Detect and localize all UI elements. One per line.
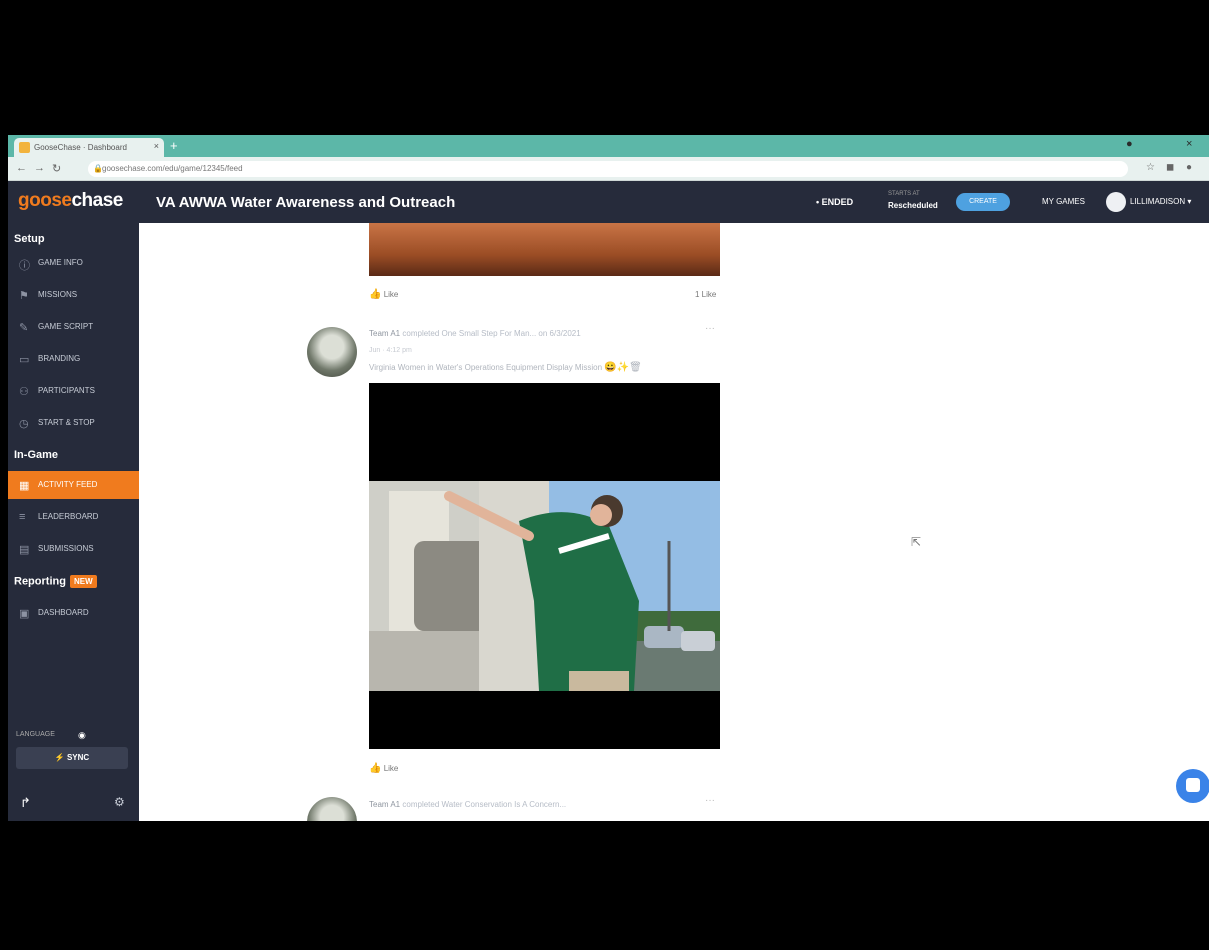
browser-tabbar: GooseChase · Dashboard × + ● × — [8, 135, 1209, 157]
extension-icon[interactable]: ◼ — [1166, 162, 1174, 173]
team-avatar[interactable] — [307, 327, 357, 377]
game-status-badge: • ENDED — [816, 197, 854, 207]
sidebar-item-activity-feed[interactable]: ▦ ACTIVITY FEED — [8, 471, 139, 499]
chat-support-button[interactable] — [1176, 769, 1209, 803]
submissions-icon: ▤ — [19, 544, 30, 556]
sync-button[interactable]: ⚡ SYNC — [16, 747, 128, 769]
sidebar-item-branding[interactable]: ▭ BRANDING — [8, 345, 139, 373]
post-caption: Virginia Women in Water's Operations Equ… — [369, 362, 642, 373]
lock-icon: 🔒 — [93, 164, 103, 173]
browser-window: GooseChase · Dashboard × + ● × ← → ↻ 🔒 g… — [8, 135, 1209, 821]
mouse-cursor-icon: ⇱ — [911, 535, 922, 549]
tab-title: GooseChase · Dashboard — [34, 143, 127, 152]
sidebar-item-participants[interactable]: ⚇ PARTICIPANTS — [8, 377, 139, 405]
video-frame — [369, 481, 720, 691]
leaderboard-icon: ≡ — [19, 511, 26, 523]
schedule-value: Rescheduled — [888, 201, 938, 210]
clock-icon: ◷ — [19, 418, 29, 430]
reload-icon[interactable]: ↻ — [52, 162, 61, 175]
activity-feed: 👍 Like 1 Like Team A1 completed One Smal… — [139, 223, 1209, 821]
browser-tab[interactable]: GooseChase · Dashboard × — [14, 138, 164, 157]
sidebar-item-dashboard[interactable]: ▣ DASHBOARD — [8, 599, 139, 627]
sidebar-item-game-script[interactable]: ✎ GAME SCRIPT — [8, 313, 139, 341]
likes-count[interactable]: 1 Like — [695, 290, 716, 299]
new-tab-button[interactable]: + — [170, 138, 178, 153]
favicon-icon — [19, 142, 30, 153]
user-avatar[interactable] — [1106, 192, 1126, 212]
post-options-icon[interactable]: ··· — [705, 323, 715, 334]
sidebar-item-start-stop[interactable]: ◷ START & STOP — [8, 409, 139, 437]
sidebar-item-submissions[interactable]: ▤ SUBMISSIONS — [8, 535, 139, 563]
minimize-icon[interactable]: ● — [1126, 138, 1133, 150]
new-badge: NEW — [69, 575, 97, 588]
window-close-icon[interactable]: × — [1186, 138, 1192, 150]
schedule-label: STARTS AT — [888, 191, 920, 197]
back-icon[interactable]: ← — [16, 162, 27, 174]
my-games-link[interactable]: MY GAMES — [1042, 197, 1085, 206]
user-menu[interactable]: LILLIMADISON ▾ — [1130, 197, 1191, 206]
sidebar-section-setup: Setup — [14, 233, 45, 245]
profile-icon[interactable]: ● — [1186, 162, 1192, 173]
team-avatar[interactable] — [307, 797, 357, 821]
feed-icon: ▦ — [19, 480, 30, 492]
sidebar-item-game-info[interactable]: ⓘ GAME INFO — [8, 249, 139, 277]
post-image[interactable] — [369, 223, 720, 276]
post-timestamp: Jun · 4:12 pm — [369, 347, 412, 354]
star-icon[interactable]: ☆ — [1146, 162, 1155, 173]
sidebar-section-reporting: Reporting NEW — [14, 575, 97, 588]
post-header: Team A1 completed Water Conservation Is … — [369, 800, 567, 809]
submission-video[interactable] — [369, 383, 720, 749]
globe-icon[interactable]: ◉ — [78, 730, 86, 741]
game-title: VA AWWA Water Awareness and Outreach — [156, 194, 456, 211]
like-button[interactable]: 👍 Like — [369, 763, 398, 774]
app-header: goosechase VA AWWA Water Awareness and O… — [8, 181, 1209, 223]
thumbs-up-icon: 👍 — [369, 289, 382, 300]
flag-icon: ⚑ — [19, 290, 29, 302]
close-tab-icon[interactable]: × — [154, 141, 159, 151]
sidebar-item-leaderboard[interactable]: ≡ LEADERBOARD — [8, 503, 139, 531]
post-options-icon[interactable]: ··· — [705, 795, 715, 806]
sidebar-section-ingame: In-Game — [14, 449, 59, 461]
script-icon: ✎ — [19, 322, 29, 334]
sidebar: Setup ⓘ GAME INFO ⚑ MISSIONS ✎ GAME SCRIPT … — [8, 223, 139, 821]
people-icon: ⚇ — [19, 386, 29, 398]
post-header: Team A1 completed One Small Step For Man… — [369, 329, 581, 338]
language-label: LANGUAGE — [16, 731, 55, 738]
brush-icon: ▭ — [19, 354, 30, 366]
goosechase-logo[interactable]: goosechase — [18, 190, 123, 212]
team-name-link[interactable]: Team A1 — [369, 329, 400, 338]
create-button[interactable]: CREATE — [956, 193, 1010, 211]
like-button[interactable]: 👍 Like — [369, 289, 398, 300]
address-bar-row: ← → ↻ 🔒 goosechase.com/edu/game/12345/fe… — [8, 157, 1209, 181]
team-name-link[interactable]: Team A1 — [369, 800, 400, 809]
sidebar-item-missions[interactable]: ⚑ MISSIONS — [8, 281, 139, 309]
share-icon[interactable]: ↱ — [20, 795, 31, 811]
url-field[interactable]: 🔒 goosechase.com/edu/game/12345/feed — [88, 161, 1128, 177]
thumbs-up-icon: 👍 — [369, 763, 382, 774]
settings-gear-icon[interactable]: ⚙ — [114, 795, 125, 809]
forward-icon[interactable]: → — [34, 162, 45, 174]
info-icon: ⓘ — [19, 260, 30, 272]
dashboard-icon: ▣ — [19, 608, 30, 620]
url-text: goosechase.com/edu/game/12345/feed — [102, 164, 243, 173]
